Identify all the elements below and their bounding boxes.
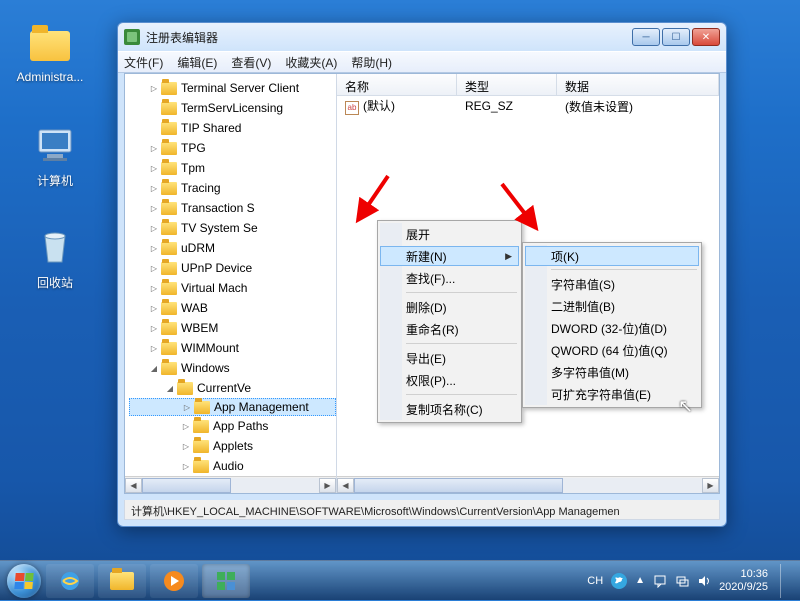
tree-node[interactable]: ▷Terminal Server Client [129, 78, 336, 98]
desktop-icon-computer[interactable]: 计算机 [15, 120, 95, 189]
scroll-track[interactable] [142, 478, 319, 493]
desktop-icon-recyclebin[interactable]: 回收站 [15, 222, 95, 291]
tree-node[interactable]: TermServLicensing [129, 98, 336, 118]
menu-edit[interactable]: 编辑(E) [177, 54, 217, 71]
menu-item[interactable]: 二进制值(B) [525, 295, 699, 317]
desktop-icon-label: 回收站 [15, 274, 95, 291]
tree-node[interactable]: ▷Transaction S [129, 198, 336, 218]
menu-item[interactable]: DWORD (32-位)值(D) [525, 317, 699, 339]
tree-node[interactable]: ◢CurrentVe [129, 378, 336, 398]
start-button[interactable] [4, 561, 44, 601]
tree-node[interactable]: ▷uDRM [129, 238, 336, 258]
taskbar-explorer[interactable] [98, 564, 146, 598]
tray-up-icon[interactable]: ▲ [635, 575, 645, 586]
tree-node[interactable]: ▷UPnP Device [129, 258, 336, 278]
tree-node[interactable]: ▷TPG [129, 138, 336, 158]
tree-node[interactable]: ◢Windows [129, 358, 336, 378]
menu-item[interactable]: 重命名(R) [380, 318, 519, 340]
tree-node[interactable]: ▷Tracing [129, 178, 336, 198]
minimize-button[interactable]: ─ [632, 28, 660, 46]
menu-view[interactable]: 查看(V) [231, 54, 271, 71]
menubar: 文件(F) 编辑(E) 查看(V) 收藏夹(A) 帮助(H) [118, 51, 726, 73]
tree-node[interactable]: TIP Shared [129, 118, 336, 138]
lang-indicator[interactable]: CH [587, 575, 603, 587]
context-menu: 展开新建(N)▶查找(F)... 删除(D)重命名(R) 导出(E)权限(P)...… [377, 220, 522, 423]
statusbar: 计算机\HKEY_LOCAL_MACHINE\SOFTWARE\Microsof… [124, 500, 720, 520]
tree-node[interactable]: ▷App Paths [129, 416, 336, 436]
volume-icon[interactable] [697, 574, 711, 588]
col-name[interactable]: 名称 [337, 74, 457, 95]
scroll-right-button[interactable]: ▶ [702, 478, 719, 493]
tree-node[interactable]: ▷TV System Se [129, 218, 336, 238]
taskbar-wmp[interactable] [150, 564, 198, 598]
menu-item[interactable]: 字符串值(S) [525, 273, 699, 295]
desktop-icon-label: Administra... [10, 70, 90, 84]
menu-item[interactable]: 删除(D) [380, 296, 519, 318]
menu-item[interactable]: 展开 [380, 223, 519, 245]
scroll-track[interactable] [354, 478, 702, 493]
tree-node[interactable]: ▷WAB [129, 298, 336, 318]
menu-item[interactable]: 项(K) [525, 246, 699, 266]
clock-time: 10:36 [719, 568, 768, 581]
menu-item[interactable]: 新建(N)▶ [380, 246, 519, 266]
tree-node[interactable]: ▷Virtual Mach [129, 278, 336, 298]
col-type[interactable]: 类型 [457, 74, 557, 95]
tree-node[interactable]: ▷Audio [129, 456, 336, 476]
tree-node[interactable]: ▷App Management [129, 398, 336, 416]
tree-node[interactable]: ▷WBEM [129, 318, 336, 338]
menu-item[interactable]: 导出(E) [380, 347, 519, 369]
taskbar-ie[interactable] [46, 564, 94, 598]
clock[interactable]: 10:36 2020/9/25 [719, 568, 768, 593]
tree-node[interactable]: ▷Tpm [129, 158, 336, 178]
network-icon[interactable] [675, 574, 689, 588]
list-row[interactable]: ab(默认)REG_SZ(数值未设置) [337, 96, 719, 116]
list-header: 名称 类型 数据 [337, 74, 719, 96]
menu-file[interactable]: 文件(F) [124, 54, 163, 71]
tree-node[interactable]: ▷Applets [129, 436, 336, 456]
mouse-cursor-icon: ↖ [678, 396, 693, 417]
twitter-icon[interactable] [611, 573, 627, 589]
regedit-icon [124, 29, 140, 45]
col-data[interactable]: 数据 [557, 74, 719, 95]
taskbar: CH ▲ 10:36 2020/9/25 [0, 560, 800, 600]
menu-item[interactable]: QWORD (64 位)值(Q) [525, 339, 699, 361]
tree-node[interactable]: ▷WIMMount [129, 338, 336, 358]
desktop-icon-label: 计算机 [15, 172, 95, 189]
maximize-button[interactable]: ☐ [662, 28, 690, 46]
menu-item[interactable]: 查找(F)... [380, 267, 519, 289]
menu-item[interactable]: 权限(P)... [380, 369, 519, 391]
clock-date: 2020/9/25 [719, 581, 768, 594]
desktop-icon-admin[interactable]: Administra... [10, 18, 90, 84]
menu-item[interactable]: 多字符串值(M) [525, 361, 699, 383]
context-submenu-new: 项(K) 字符串值(S)二进制值(B)DWORD (32-位)值(D)QWORD … [522, 242, 702, 408]
menu-item[interactable]: 复制项名称(C) [380, 398, 519, 420]
menu-favorites[interactable]: 收藏夹(A) [285, 54, 337, 71]
scroll-right-button[interactable]: ▶ [319, 478, 336, 493]
taskbar-regedit[interactable] [202, 564, 250, 598]
action-center-icon[interactable] [653, 574, 667, 588]
window-title: 注册表编辑器 [146, 29, 632, 46]
menu-item[interactable]: 可扩充字符串值(E) [525, 383, 699, 405]
systray: CH ▲ 10:36 2020/9/25 [587, 564, 796, 598]
titlebar[interactable]: 注册表编辑器 ─ ☐ ✕ [118, 23, 726, 51]
tree-pane[interactable]: ▷Terminal Server ClientTermServLicensing… [125, 74, 337, 493]
scroll-left-button[interactable]: ◀ [125, 478, 142, 493]
menu-help[interactable]: 帮助(H) [351, 54, 392, 71]
close-button[interactable]: ✕ [692, 28, 720, 46]
scroll-left-button[interactable]: ◀ [337, 478, 354, 493]
show-desktop-button[interactable] [780, 564, 788, 598]
